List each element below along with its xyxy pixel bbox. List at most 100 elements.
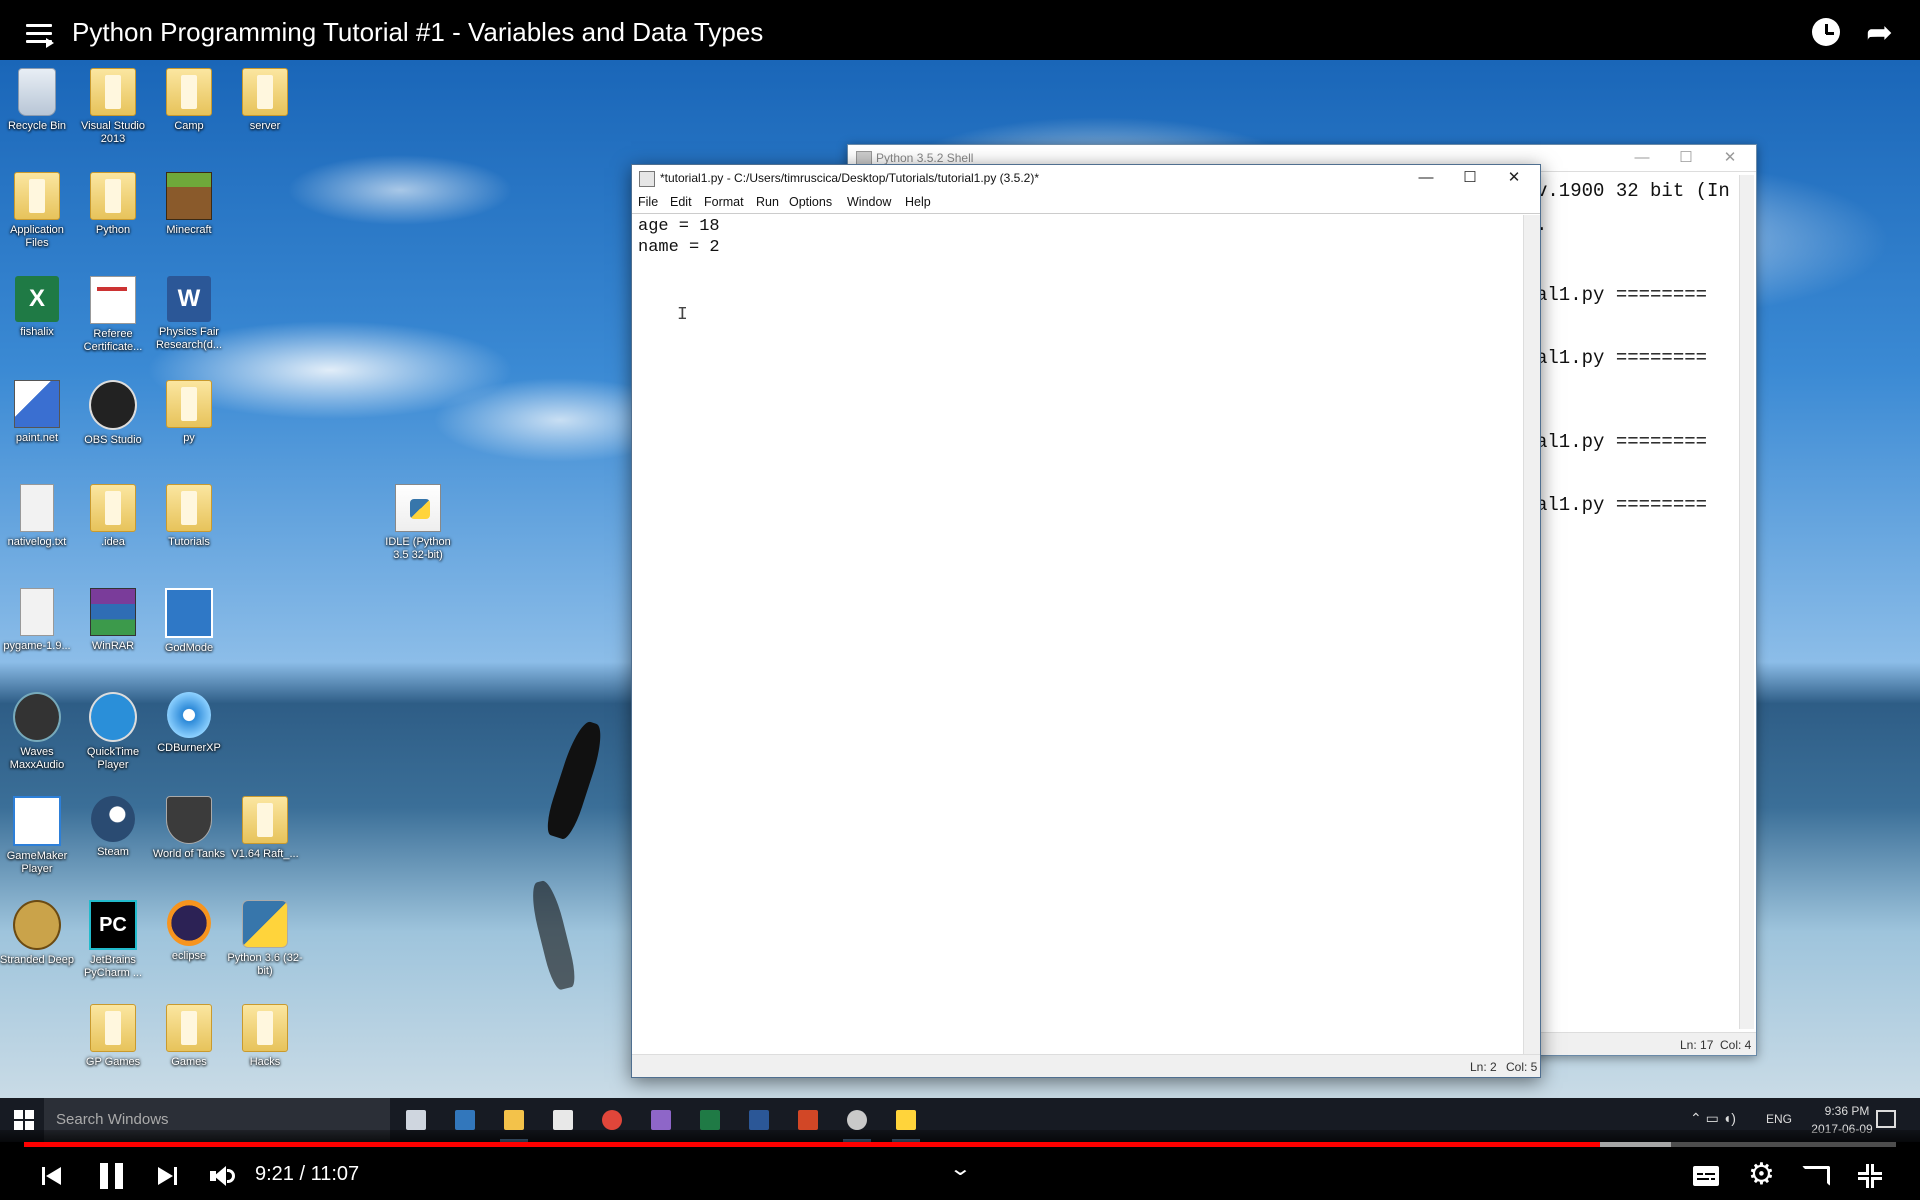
desktop-icon[interactable]: WinRAR xyxy=(75,588,151,653)
idle-editor-window[interactable]: *tutorial1.py - C:/Users/timruscica/Desk… xyxy=(631,164,1541,1078)
desktop-icon[interactable]: GodMode xyxy=(151,588,227,655)
menu-edit[interactable]: Edit xyxy=(670,195,692,209)
editor-close-button[interactable]: ✕ xyxy=(1494,167,1534,189)
system-tray-icons[interactable]: ⌃ ▭ ◖) xyxy=(1690,1110,1736,1127)
settings-gear-icon[interactable]: ⚙ xyxy=(1748,1160,1775,1190)
desktop-icon[interactable]: IDLE (Python 3.5 32-bit) xyxy=(380,484,456,562)
video-player-controls: 9:21 / 11:07 ⌄ ⚙ xyxy=(0,1130,1920,1200)
desktop-icon[interactable]: V1.64 Raft_... xyxy=(227,796,303,861)
desktop-icon-label: .idea xyxy=(101,536,125,548)
desktop-icon[interactable]: Application Files xyxy=(0,172,75,250)
desktop-icon[interactable]: Visual Studio 2013 xyxy=(75,68,151,146)
desktop-icon[interactable]: .idea xyxy=(75,484,151,549)
desktop-icon[interactable]: paint.net xyxy=(0,380,75,445)
action-center-icon[interactable] xyxy=(1876,1110,1896,1128)
file-explorer-icon xyxy=(504,1110,524,1130)
shell-line: al1.py ======== xyxy=(1536,494,1708,516)
desktop-icon[interactable]: Python xyxy=(75,172,151,237)
desktop-icon-label: WinRAR xyxy=(91,640,135,652)
desktop-icon-label: pygame-1.9... xyxy=(3,640,71,652)
menu-help[interactable]: Help xyxy=(905,195,931,209)
desktop-icon[interactable]: Games xyxy=(151,1004,227,1069)
desktop-icon[interactable]: Recycle Bin xyxy=(0,68,75,133)
desktop-icon[interactable]: Python 3.6 (32-bit) xyxy=(227,900,303,978)
menu-window[interactable]: Window xyxy=(847,195,891,209)
desktop-icon[interactable]: Hacks xyxy=(227,1004,303,1069)
previous-video-button[interactable] xyxy=(42,1166,62,1186)
desktop-icon[interactable]: QuickTime Player xyxy=(75,692,151,772)
desktop-icon[interactable]: Stranded Deep xyxy=(0,900,75,967)
taskbar-clock-time[interactable]: 9:36 PM xyxy=(1812,1104,1882,1118)
shell-column-number: Col: 4 xyxy=(1720,1038,1752,1052)
desktop-icon[interactable]: CDBurnerXP xyxy=(151,692,227,755)
editor-minimize-button[interactable]: — xyxy=(1406,167,1446,189)
shell-line: v.1900 32 bit (In xyxy=(1536,180,1730,202)
eclipse-icon xyxy=(167,900,211,946)
next-video-button[interactable] xyxy=(158,1166,178,1186)
editor-menubar: File Edit Format Run Options Window Help xyxy=(632,191,1540,214)
desktop-icon[interactable]: GP Games xyxy=(75,1004,151,1069)
desktop-icon[interactable]: GameMaker Player xyxy=(0,796,75,876)
desktop-icon[interactable]: pygame-1.9... xyxy=(0,588,75,653)
menu-run[interactable]: Run xyxy=(756,195,779,209)
input-language[interactable]: ENG xyxy=(1766,1112,1792,1126)
subtitles-icon[interactable] xyxy=(1693,1166,1719,1186)
video-frame[interactable]: Python Programming Tutorial #1 - Variabl… xyxy=(0,0,1920,1200)
volume-icon[interactable] xyxy=(210,1164,238,1188)
editor-status-bar: Ln: 2 Col: 5 xyxy=(632,1054,1540,1077)
desktop-icon[interactable]: py xyxy=(151,380,227,445)
powerpoint-icon xyxy=(798,1110,818,1130)
exit-fullscreen-icon[interactable] xyxy=(1858,1164,1882,1188)
store-icon xyxy=(553,1110,573,1130)
desktop-icon[interactable]: Referee Certificate... xyxy=(75,276,151,354)
desktop-icon[interactable]: PC JetBrains PyCharm ... xyxy=(75,900,151,980)
desktop-icon[interactable]: Waves MaxxAudio xyxy=(0,692,75,772)
cast-icon[interactable] xyxy=(1802,1166,1830,1186)
desktop-icon[interactable]: Xfishalix xyxy=(0,276,75,339)
desktop-icon[interactable]: World of Tanks xyxy=(151,796,227,861)
desktop-icon-label: GameMaker Player xyxy=(6,850,68,875)
desktop-icon-label: Application Files xyxy=(10,224,64,249)
shell-minimize-button[interactable]: — xyxy=(1622,147,1662,169)
editor-window-title: *tutorial1.py - C:/Users/timruscica/Desk… xyxy=(660,171,1040,185)
shell-line: al1.py ======== xyxy=(1536,347,1708,369)
editor-maximize-button[interactable]: ☐ xyxy=(1450,167,1490,189)
shell-scrollbar[interactable] xyxy=(1739,175,1754,1029)
editor-line-number: Ln: 2 xyxy=(1470,1060,1497,1074)
editor-scrollbar[interactable] xyxy=(1523,215,1540,1055)
desktop-icon[interactable]: W Physics Fair Research(d... xyxy=(151,276,227,352)
video-progress-bar[interactable] xyxy=(24,1142,1896,1147)
code-editor-textarea[interactable]: age = 18 name = 2 I xyxy=(632,215,1524,1055)
desktop-icon[interactable]: Minecraft xyxy=(151,172,227,237)
desktop-icon[interactable]: OBS Studio xyxy=(75,380,151,447)
shell-close-button[interactable]: ✕ xyxy=(1710,147,1750,169)
desktop-icon-label: nativelog.txt xyxy=(7,536,67,548)
desktop-icon[interactable]: eclipse xyxy=(151,900,227,963)
share-arrow-icon[interactable]: ➦ xyxy=(1866,16,1893,48)
pycharm-icon: PC xyxy=(89,900,137,950)
desktop-icon[interactable]: Steam xyxy=(75,796,151,859)
desktop-icon[interactable]: Tutorials xyxy=(151,484,227,549)
code-line: name = 2 xyxy=(638,238,720,257)
watch-later-clock-icon[interactable] xyxy=(1812,18,1840,46)
windows-start-button[interactable] xyxy=(14,1110,34,1130)
chevron-down-icon[interactable]: ⌄ xyxy=(949,1156,972,1181)
word-icon: W xyxy=(167,276,211,322)
pause-button[interactable] xyxy=(100,1163,124,1189)
edge-icon xyxy=(455,1110,475,1130)
playlist-menu-icon[interactable] xyxy=(26,24,54,48)
desktop-icon[interactable]: Camp xyxy=(151,68,227,133)
desktop-icon[interactable]: nativelog.txt xyxy=(0,484,75,549)
task-view-icon xyxy=(406,1110,426,1130)
paintnet-icon xyxy=(14,380,60,428)
shell-line: al1.py ======== xyxy=(1536,431,1708,453)
desktop-icon-label: Stranded Deep xyxy=(0,954,74,966)
menu-file[interactable]: File xyxy=(638,195,658,209)
runner-silhouette xyxy=(542,718,608,842)
menu-format[interactable]: Format xyxy=(704,195,744,209)
shell-maximize-button[interactable]: ☐ xyxy=(1666,147,1706,169)
editor-titlebar[interactable]: *tutorial1.py - C:/Users/timruscica/Desk… xyxy=(632,165,1540,191)
stranded-deep-icon xyxy=(13,900,61,950)
menu-options[interactable]: Options xyxy=(789,195,832,209)
desktop-icon[interactable]: server xyxy=(227,68,303,133)
